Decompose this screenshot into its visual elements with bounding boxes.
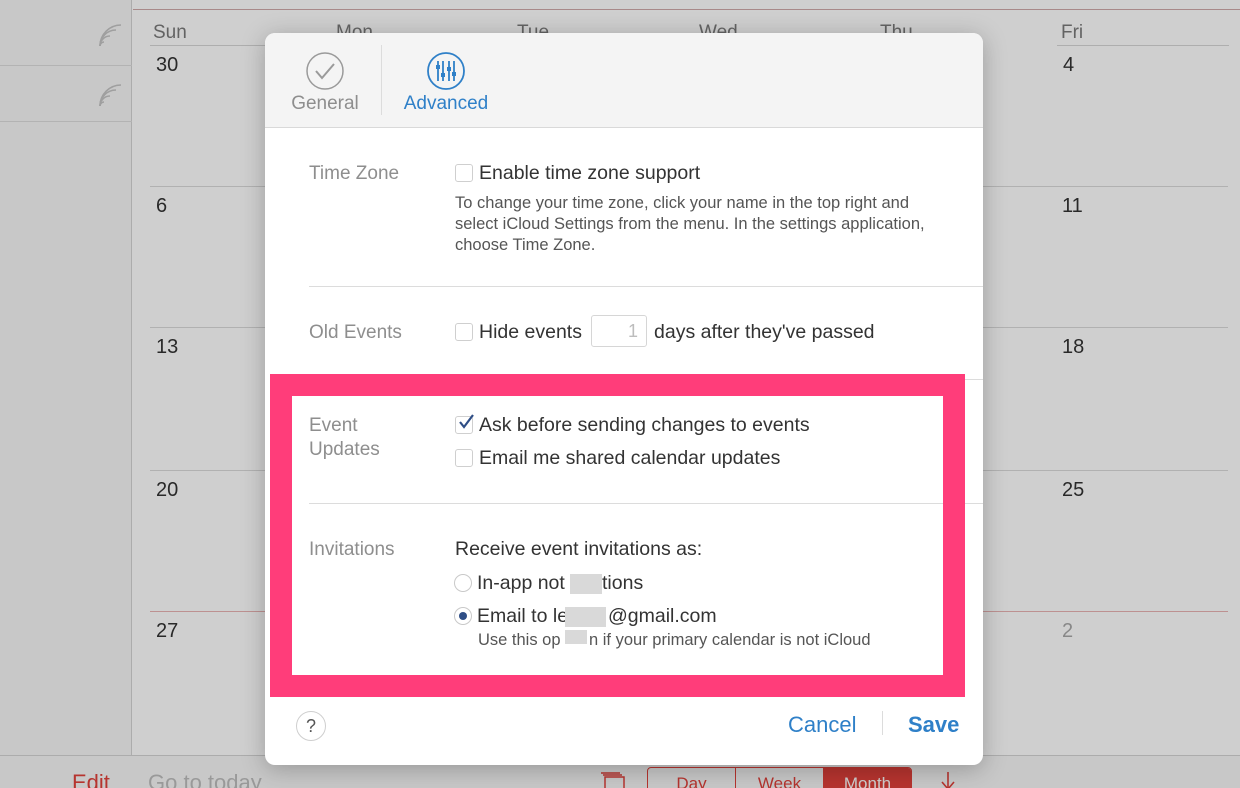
cancel-button[interactable]: Cancel (788, 712, 856, 738)
time-zone-help-line: choose Time Zone. (455, 236, 596, 254)
invitations-heading: Receive event invitations as: (455, 538, 703, 560)
invitations-label: Invitations (309, 539, 395, 560)
redacted-text (570, 574, 602, 594)
redacted-email (565, 607, 606, 627)
email-shared-updates-label[interactable]: Email me shared calendar updates (479, 447, 780, 470)
time-zone-checkbox-label[interactable]: Enable time zone support (479, 162, 700, 185)
hide-events-checkbox[interactable] (455, 323, 473, 341)
event-updates-label: Updates (309, 439, 380, 460)
tab-general[interactable]: General (285, 33, 365, 128)
time-zone-help-line: To change your time zone, click your nam… (455, 194, 909, 212)
tab-advanced[interactable]: Advanced (395, 33, 497, 128)
email-invitations-radio[interactable] (454, 607, 472, 625)
divider (882, 711, 883, 735)
checkmark-circle-icon (306, 52, 344, 90)
time-zone-label: Time Zone (309, 163, 400, 184)
preferences-dialog: General Advanced Time Zone Enable time z… (265, 33, 983, 765)
time-zone-help-line: select iCloud Settings from the menu. In… (455, 215, 925, 233)
help-button[interactable]: ? (296, 711, 326, 741)
hide-events-label[interactable]: Hide events (479, 321, 582, 344)
days-input[interactable]: 1 (591, 315, 647, 347)
email-shared-updates-checkbox[interactable] (455, 449, 473, 467)
redacted-text (565, 630, 587, 644)
checkmark-icon (459, 414, 474, 429)
email-option-note: Use this op (478, 631, 561, 649)
section-divider (309, 379, 983, 380)
in-app-notifications-radio[interactable] (454, 574, 472, 592)
divider (381, 45, 382, 115)
email-option-note-end: n if your primary calendar is not iCloud (589, 631, 871, 649)
event-updates-label: Event (309, 415, 358, 436)
days-suffix-label: days after they've passed (654, 321, 875, 343)
email-invitations-domain[interactable]: @gmail.com (608, 605, 717, 628)
dialog-tab-bar: General Advanced (265, 33, 983, 128)
ask-before-sending-checkbox[interactable] (455, 414, 474, 434)
save-button[interactable]: Save (908, 712, 959, 738)
ask-before-sending-label[interactable]: Ask before sending changes to events (479, 414, 810, 437)
section-divider (309, 286, 983, 287)
old-events-label: Old Events (309, 322, 402, 343)
tab-advanced-label: Advanced (403, 93, 489, 114)
tab-general-label: General (291, 93, 359, 114)
radio-selected-dot (459, 612, 467, 620)
email-invitations-label[interactable]: Email to le (477, 605, 568, 628)
time-zone-checkbox[interactable] (455, 164, 473, 182)
sliders-icon (427, 52, 465, 90)
in-app-notifications-label-end[interactable]: tions (602, 572, 643, 595)
section-divider (309, 503, 983, 504)
in-app-notifications-label[interactable]: In-app not (477, 572, 565, 595)
